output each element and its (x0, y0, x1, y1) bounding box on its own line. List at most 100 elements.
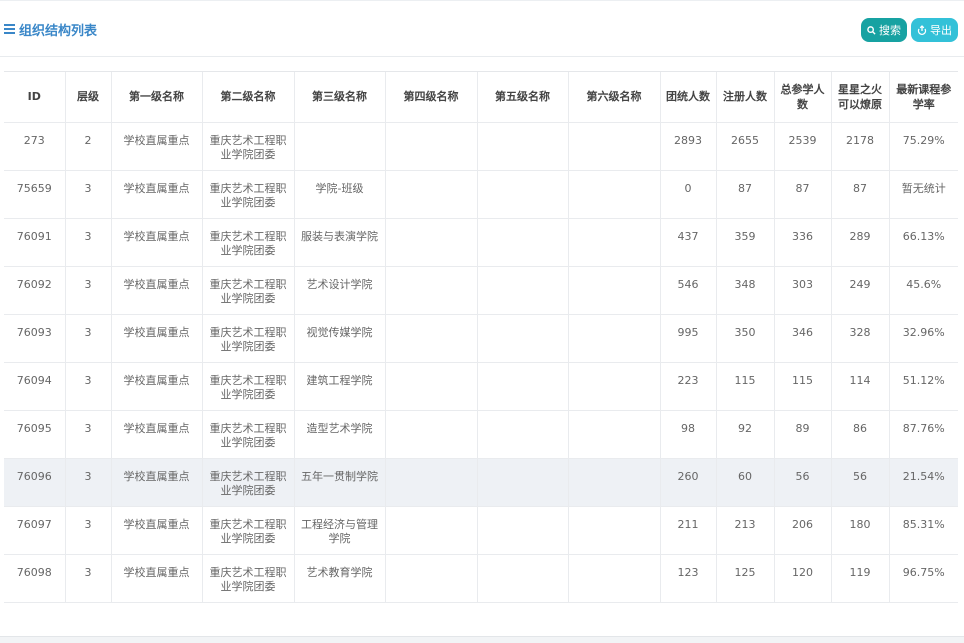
table-cell: 56 (774, 458, 832, 507)
table-row[interactable]: 76091 3 学校直属重点 重庆艺术工程职业学院团委 服装与表演学院 437 359 336… (4, 218, 958, 267)
table-cell (568, 410, 661, 459)
table-cell: 260 (660, 458, 717, 507)
column-header: ID (4, 72, 66, 123)
table-row[interactable]: 76096 3 学校直属重点 重庆艺术工程职业学院团委 五年一贯制学院 260 60 56 56… (4, 458, 958, 507)
search-button-label: 搜索 (879, 25, 901, 37)
column-header: 第二级名称 (202, 72, 295, 123)
table-cell: 92 (716, 410, 775, 459)
table-cell (385, 314, 478, 363)
table-cell: 546 (660, 266, 717, 315)
column-header: 第四级名称 (385, 72, 478, 123)
table-cell (385, 170, 478, 219)
table-cell (477, 554, 569, 603)
table-cell (477, 410, 569, 459)
table-cell: 暂无统计 (889, 170, 958, 219)
table-cell: 336 (774, 218, 832, 267)
org-table-wrapper: ID 层级 第一级名称 第二级名称 第三级名称 第四级名称 第五级名称 第六级名称 团统人数 注册… (4, 71, 958, 603)
table-cell: 重庆艺术工程职业学院团委 (202, 266, 295, 315)
list-icon (4, 24, 15, 34)
table-cell: 2 (65, 122, 112, 171)
table-cell: 211 (660, 506, 717, 555)
table-cell: 学校直属重点 (111, 170, 203, 219)
table-cell: 115 (774, 362, 832, 411)
table-cell: 2893 (660, 122, 717, 171)
table-cell (477, 506, 569, 555)
table-cell (477, 362, 569, 411)
table-cell (385, 506, 478, 555)
table-cell: 造型艺术学院 (294, 410, 386, 459)
table-cell: 85.31% (889, 506, 958, 555)
table-row[interactable]: 273 2 学校直属重点 重庆艺术工程职业学院团委 2893 2655 2539 2178 75… (4, 122, 958, 171)
table-row[interactable]: 76092 3 学校直属重点 重庆艺术工程职业学院团委 艺术设计学院 546 348 303 2… (4, 266, 958, 315)
table-cell: 45.6% (889, 266, 958, 315)
table-row[interactable]: 76095 3 学校直属重点 重庆艺术工程职业学院团委 造型艺术学院 98 92 89 86 87… (4, 410, 958, 459)
table-cell: 60 (716, 458, 775, 507)
panel-title-text: 组织结构列表 (19, 23, 98, 39)
table-cell: 303 (774, 266, 832, 315)
search-icon (867, 25, 876, 35)
table-cell: 348 (716, 266, 775, 315)
table-cell: 114 (831, 362, 890, 411)
column-header: 注册人数 (716, 72, 775, 123)
table-cell: 56 (831, 458, 890, 507)
table-cell: 75.29% (889, 122, 958, 171)
table-cell: 重庆艺术工程职业学院团委 (202, 506, 295, 555)
table-cell: 87 (716, 170, 775, 219)
table-cell: 学校直属重点 (111, 218, 203, 267)
column-header: 第五级名称 (477, 72, 569, 123)
table-cell: 87 (831, 170, 890, 219)
table-cell: 76098 (4, 554, 66, 603)
table-cell (385, 122, 478, 171)
table-cell: 115 (716, 362, 775, 411)
table-cell: 180 (831, 506, 890, 555)
table-cell: 重庆艺术工程职业学院团委 (202, 410, 295, 459)
table-cell: 重庆艺术工程职业学院团委 (202, 458, 295, 507)
table-cell: 125 (716, 554, 775, 603)
export-button[interactable]: 导出 (911, 18, 958, 42)
table-cell: 0 (660, 170, 717, 219)
table-cell: 艺术教育学院 (294, 554, 386, 603)
export-button-label: 导出 (930, 25, 952, 37)
column-header: 总参学人数 (774, 72, 832, 123)
table-cell: 995 (660, 314, 717, 363)
table-cell: 艺术设计学院 (294, 266, 386, 315)
table-cell: 学校直属重点 (111, 410, 203, 459)
table-cell (385, 218, 478, 267)
table-cell: 76095 (4, 410, 66, 459)
table-cell (385, 410, 478, 459)
table-cell: 学校直属重点 (111, 554, 203, 603)
table-cell: 服装与表演学院 (294, 218, 386, 267)
column-header: 第三级名称 (294, 72, 386, 123)
table-cell: 76092 (4, 266, 66, 315)
table-cell: 51.12% (889, 362, 958, 411)
table-row[interactable]: 76094 3 学校直属重点 重庆艺术工程职业学院团委 建筑工程学院 223 115 115 1… (4, 362, 958, 411)
table-row[interactable]: 76093 3 学校直属重点 重庆艺术工程职业学院团委 视觉传媒学院 995 350 346 3… (4, 314, 958, 363)
table-cell: 学校直属重点 (111, 362, 203, 411)
table-cell: 346 (774, 314, 832, 363)
table-row[interactable]: 76098 3 学校直属重点 重庆艺术工程职业学院团委 艺术教育学院 123 125 120 1… (4, 554, 958, 603)
table-cell: 学校直属重点 (111, 122, 203, 171)
table-cell: 273 (4, 122, 66, 171)
column-header: 团统人数 (660, 72, 717, 123)
table-cell: 76094 (4, 362, 66, 411)
table-row[interactable]: 76097 3 学校直属重点 重庆艺术工程职业学院团委 工程经济与管理学院 211 213 2… (4, 506, 958, 555)
table-cell: 437 (660, 218, 717, 267)
table-row[interactable]: 75659 3 学校直属重点 重庆艺术工程职业学院团委 学院-班级 0 87 87 87 暂无统计 (4, 170, 958, 219)
table-cell: 3 (65, 218, 112, 267)
table-cell: 87.76% (889, 410, 958, 459)
table-cell: 213 (716, 506, 775, 555)
table-cell: 96.75% (889, 554, 958, 603)
table-cell: 289 (831, 218, 890, 267)
table-cell: 3 (65, 362, 112, 411)
search-button[interactable]: 搜索 (861, 18, 907, 42)
table-cell (568, 458, 661, 507)
table-cell (568, 554, 661, 603)
table-cell: 359 (716, 218, 775, 267)
table-cell (385, 458, 478, 507)
table-cell (568, 314, 661, 363)
export-icon (917, 25, 927, 35)
table-cell (568, 266, 661, 315)
table-cell: 学院-班级 (294, 170, 386, 219)
org-structure-panel: 组织结构列表 搜索 导出 ID 层级 第一级名称 第二级名称 第三级名称 第四级… (0, 0, 964, 637)
panel-title: 组织结构列表 (4, 19, 97, 39)
